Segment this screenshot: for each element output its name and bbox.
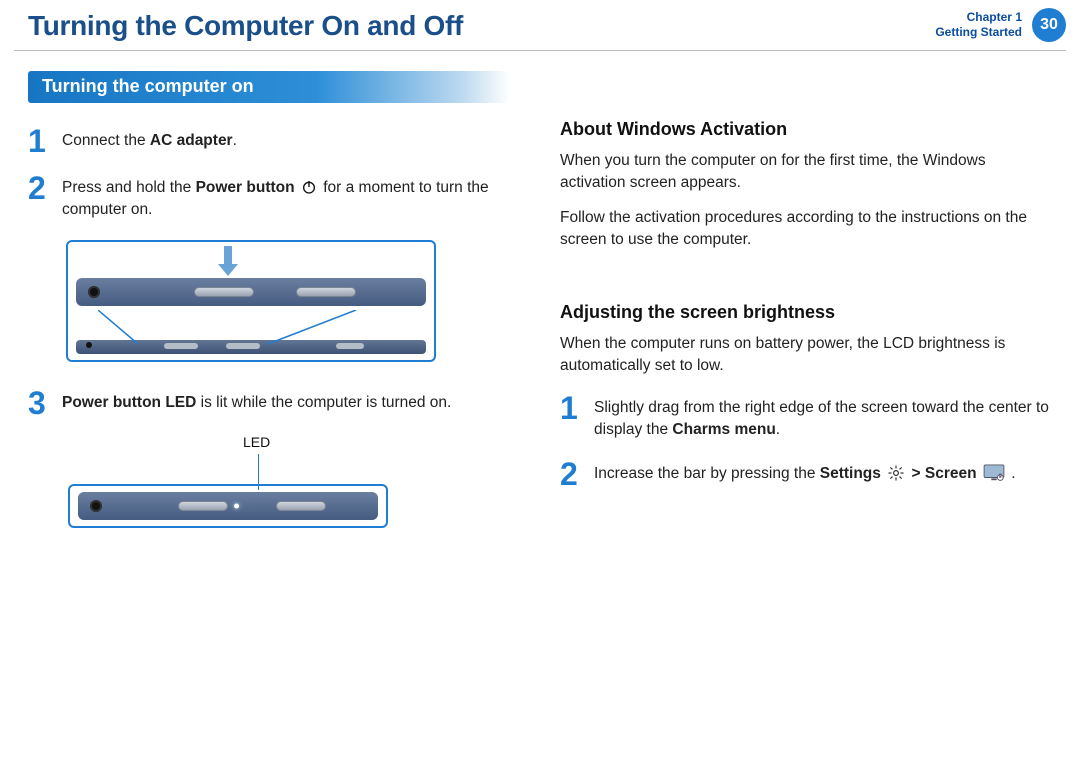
paragraph: When the computer runs on battery power,… — [560, 333, 1052, 378]
step-text: Increase the bar by pressing the Setting… — [594, 460, 1016, 485]
device-power-figure — [66, 240, 520, 367]
step-text: Connect the AC adapter. — [62, 127, 237, 152]
text: Connect the — [62, 132, 150, 149]
step-number: 3 — [28, 389, 48, 418]
header-right: Chapter 1 Getting Started 30 — [935, 8, 1066, 42]
content-area: Turning the computer on 1 Connect the AC… — [0, 51, 1080, 533]
text: . — [233, 132, 237, 149]
audio-jack-icon — [86, 342, 92, 348]
step-1: 1 Connect the AC adapter. — [28, 127, 520, 156]
bold-text: Settings — [820, 465, 881, 482]
step-text: Press and hold the Power button for a mo… — [62, 174, 520, 222]
step-number: 2 — [28, 174, 48, 203]
figure-frame — [66, 240, 436, 362]
text: is lit while the computer is turned on. — [196, 394, 451, 411]
chapter-line-2: Getting Started — [935, 25, 1022, 40]
page-title: Turning the Computer On and Off — [28, 10, 463, 42]
audio-jack-icon — [88, 286, 100, 298]
bold-text: Charms menu — [672, 421, 775, 438]
step-3: 3 Power button LED is lit while the comp… — [28, 389, 520, 418]
step-2: 2 Press and hold the Power button for a … — [28, 174, 520, 222]
left-column: Turning the computer on 1 Connect the AC… — [28, 71, 520, 533]
text: Increase the bar by pressing the — [594, 465, 820, 482]
step-text: Power button LED is lit while the comput… — [62, 389, 451, 414]
volume-rocker-icon — [276, 501, 326, 511]
text: . — [776, 421, 780, 438]
bold-text: Power button — [196, 179, 295, 196]
callout-line-icon — [258, 454, 259, 490]
led-label: LED — [243, 434, 270, 450]
step-number: 2 — [560, 460, 580, 489]
page-number-badge: 30 — [1032, 8, 1066, 42]
power-button-icon — [178, 501, 228, 511]
text: > — [912, 465, 925, 482]
right-column: About Windows Activation When you turn t… — [560, 71, 1052, 533]
section-heading: Turning the computer on — [28, 71, 510, 103]
brightness-step-2: 2 Increase the bar by pressing the Setti… — [560, 460, 1052, 489]
device-led-figure: LED — [68, 438, 520, 533]
text: Slightly drag from the right edge of the… — [594, 399, 1049, 438]
chapter-label: Chapter 1 Getting Started — [935, 10, 1022, 40]
paragraph: When you turn the computer on for the fi… — [560, 150, 1052, 195]
callout-lines-icon — [98, 310, 358, 346]
audio-jack-icon — [90, 500, 102, 512]
volume-rocker-icon — [296, 287, 356, 297]
device-side-closeup — [76, 278, 426, 306]
text: . — [1011, 465, 1015, 482]
arrow-down-icon — [214, 246, 242, 285]
power-button-icon — [194, 287, 254, 297]
led-indicator-icon — [234, 503, 239, 508]
subheading-activation: About Windows Activation — [560, 119, 1052, 140]
chapter-line-1: Chapter 1 — [935, 10, 1022, 25]
device-side-closeup — [78, 492, 378, 520]
step-number: 1 — [560, 394, 580, 423]
figure-frame — [68, 484, 388, 528]
power-icon — [301, 179, 317, 195]
page-header: Turning the Computer On and Off Chapter … — [0, 0, 1080, 42]
step-text: Slightly drag from the right edge of the… — [594, 394, 1052, 442]
text: Press and hold the — [62, 179, 196, 196]
paragraph: Follow the activation procedures accordi… — [560, 207, 1052, 252]
subheading-brightness: Adjusting the screen brightness — [560, 302, 1052, 323]
bold-text: Screen — [925, 465, 977, 482]
step-number: 1 — [28, 127, 48, 156]
bold-text: Power button LED — [62, 394, 196, 411]
brightness-step-1: 1 Slightly drag from the right edge of t… — [560, 394, 1052, 442]
settings-gear-icon — [887, 464, 905, 482]
bold-text: AC adapter — [150, 132, 233, 149]
screen-monitor-icon — [983, 464, 1005, 482]
